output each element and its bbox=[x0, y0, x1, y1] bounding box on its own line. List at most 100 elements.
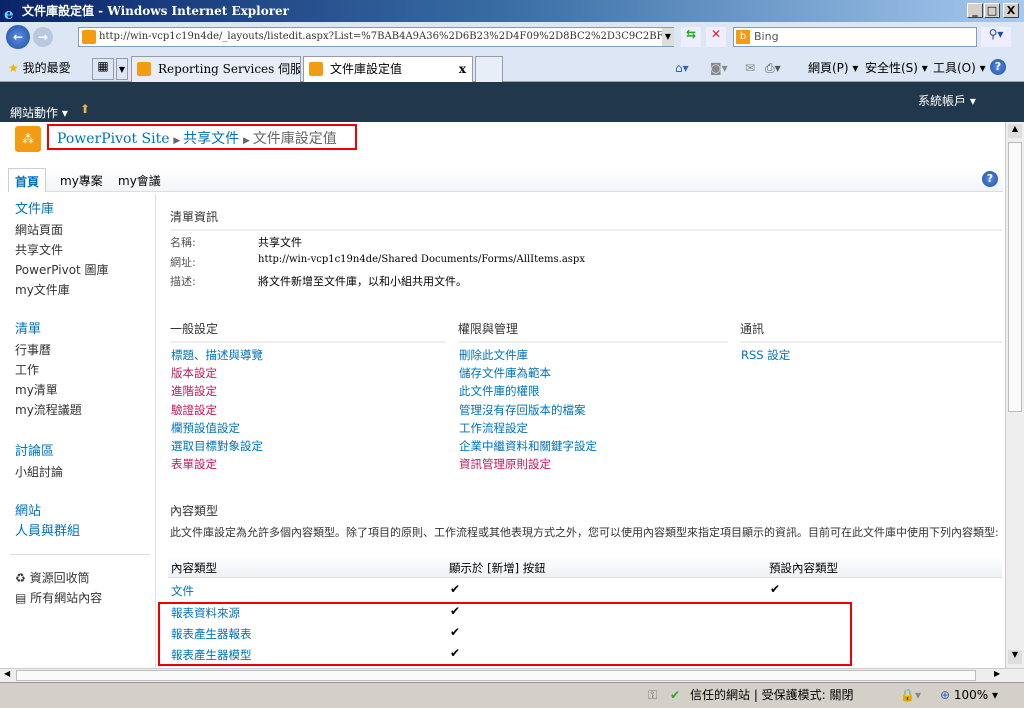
page-menu[interactable]: 網頁(P) ▾ bbox=[808, 60, 858, 76]
bing-icon: b bbox=[736, 30, 750, 44]
name-value: 共享文件 bbox=[258, 236, 302, 249]
forward-button[interactable]: → bbox=[33, 27, 53, 47]
topnav-my-meetings[interactable]: my會議 bbox=[118, 172, 161, 189]
favorites-button[interactable]: ★ 我的最愛 bbox=[8, 60, 71, 76]
search-button[interactable]: ⚲▾ bbox=[981, 27, 1011, 47]
site-logo-icon: ⁂ bbox=[15, 126, 41, 152]
table-row: 報表資料來源 ✔ bbox=[171, 604, 461, 620]
topnav-home[interactable]: 首頁 bbox=[8, 168, 47, 192]
back-button[interactable]: ← bbox=[6, 25, 30, 49]
nav-item[interactable]: 網站頁面 bbox=[15, 220, 109, 240]
validation-link[interactable]: 驗證設定 bbox=[171, 401, 263, 419]
popup-blocker-icon[interactable]: 🔒▾ bbox=[900, 683, 921, 707]
left-nav-group-sites: 網站 人員與群組 bbox=[15, 502, 80, 542]
advanced-settings-link[interactable]: 進階設定 bbox=[171, 382, 263, 400]
content-types-heading: 內容類型 bbox=[170, 504, 219, 518]
nav-item[interactable]: 共享文件 bbox=[15, 240, 109, 260]
nav-heading[interactable]: 討論區 bbox=[15, 442, 63, 462]
nav-item[interactable]: PowerPivot 圖庫 bbox=[15, 260, 109, 280]
new-tab-button[interactable] bbox=[475, 56, 503, 82]
hscroll-thumb[interactable] bbox=[16, 670, 976, 681]
metadata-keywords-link[interactable]: 企業中繼資料和關鍵字設定 bbox=[459, 437, 597, 455]
save-as-template-link[interactable]: 儲存文件庫為範本 bbox=[459, 364, 597, 382]
help-icon[interactable]: ? bbox=[990, 59, 1006, 75]
status-bar: ⚿ ✔ 信任的網站 | 受保護模式: 關閉 🔒▾ ⊕ 100% ▾ bbox=[0, 682, 1024, 708]
sharepoint-ribbon: 網站動作 ▾ ⬆ 系統帳戶 ▾ bbox=[0, 82, 1024, 122]
form-settings-link[interactable]: 表單設定 bbox=[171, 455, 263, 473]
nav-heading[interactable]: 清單 bbox=[15, 320, 82, 340]
table-row: 報表產生器模型 ✔ bbox=[171, 646, 461, 662]
page-content: ⁂ PowerPivot Site ▶ 共享文件 ▶ 文件庫設定值 首頁 my專… bbox=[0, 122, 1005, 668]
tab-library-settings[interactable]: 文件庫設定值 x bbox=[303, 56, 473, 82]
tab-list-dropdown-icon[interactable]: ▼ bbox=[116, 58, 128, 80]
close-window-button[interactable]: X bbox=[1003, 3, 1019, 18]
nav-item[interactable]: 工作 bbox=[15, 360, 82, 380]
refresh-icon[interactable]: ⇆ bbox=[681, 27, 701, 47]
user-menu[interactable]: 系統帳戶 ▾ bbox=[918, 92, 976, 109]
vertical-scrollbar[interactable]: ▲ ▼ bbox=[1005, 122, 1024, 668]
star-icon: ★ bbox=[8, 61, 19, 75]
scroll-left-icon: ◀ bbox=[4, 669, 11, 678]
site-favicon-icon bbox=[82, 30, 96, 44]
info-policy-link[interactable]: 資訊管理原則設定 bbox=[459, 455, 597, 473]
nav-heading[interactable]: 網站 bbox=[15, 502, 80, 522]
security-zone[interactable]: 信任的網站 | 受保護模式: 關閉 bbox=[690, 683, 854, 707]
print-icon[interactable]: ⎙▾ bbox=[765, 60, 781, 76]
nav-item[interactable]: 行事曆 bbox=[15, 340, 82, 360]
horizontal-scrollbar[interactable]: ◀ ▶ bbox=[0, 668, 1024, 682]
address-input[interactable]: http://win-vcp1c19n4de/_layouts/listedit… bbox=[78, 27, 674, 47]
column-defaults-link[interactable]: 欄預設值設定 bbox=[171, 419, 263, 437]
nav-item[interactable]: my流程議題 bbox=[15, 400, 82, 420]
scroll-thumb[interactable] bbox=[1008, 142, 1022, 412]
list-info-heading: 清單資訊 bbox=[170, 208, 1002, 231]
delete-library-link[interactable]: 刪除此文件庫 bbox=[459, 346, 597, 364]
breadcrumb-site[interactable]: PowerPivot Site bbox=[57, 131, 170, 147]
tab-reporting-services[interactable]: Reporting Services 伺服器預... bbox=[131, 56, 301, 82]
help-icon[interactable]: ? bbox=[982, 171, 998, 187]
title-bar: e 文件庫設定值 - Windows Internet Explorer bbox=[0, 0, 1024, 23]
title-description-link[interactable]: 標題、描述與導覽 bbox=[171, 346, 263, 364]
nav-heading[interactable]: 文件庫 bbox=[15, 200, 109, 220]
mail-icon[interactable]: ✉ bbox=[745, 60, 755, 76]
maximize-button[interactable]: □ bbox=[984, 3, 1000, 18]
quick-tabs-icon[interactable]: ▦ bbox=[92, 58, 114, 80]
workflow-settings-link[interactable]: 工作流程設定 bbox=[459, 419, 597, 437]
search-input[interactable]: b Bing bbox=[733, 27, 977, 47]
minimize-button[interactable]: _ bbox=[967, 3, 983, 18]
recycle-bin-link[interactable]: ♻ 資源回收筒 bbox=[15, 568, 90, 588]
left-nav-group-libraries: 文件庫 網站頁面 共享文件 PowerPivot 圖庫 my文件庫 bbox=[15, 200, 109, 300]
stop-icon[interactable]: ✕ bbox=[706, 27, 726, 47]
top-nav: 首頁 my專案 my會議 ? bbox=[8, 168, 1003, 192]
nav-item[interactable]: 人員與群組 bbox=[15, 522, 80, 542]
home-icon[interactable]: ⌂▾ bbox=[675, 60, 689, 76]
topnav-my-projects[interactable]: my專案 bbox=[60, 172, 103, 189]
rss-settings-link[interactable]: RSS 設定 bbox=[741, 346, 790, 364]
permissions-link[interactable]: 此文件庫的權限 bbox=[459, 382, 597, 400]
tools-menu[interactable]: 工具(O) ▾ bbox=[933, 60, 986, 76]
protected-mode-icon: ⚿ bbox=[648, 688, 658, 702]
scroll-right-icon: ▶ bbox=[994, 669, 1001, 678]
zoom-control[interactable]: ⊕ 100% ▾ bbox=[940, 683, 998, 707]
table-row: 報表產生器報表 ✔ bbox=[171, 625, 461, 641]
nav-item[interactable]: my文件庫 bbox=[15, 280, 109, 300]
breadcrumb-library[interactable]: 共享文件 bbox=[183, 131, 239, 147]
safety-menu[interactable]: 安全性(S) ▾ bbox=[865, 60, 928, 76]
name-label: 名稱: bbox=[170, 236, 196, 249]
general-settings-links: 標題、描述與導覽 版本設定 進階設定 驗證設定 欄預設值設定 選取目標對象設定 … bbox=[171, 346, 263, 473]
close-tab-icon[interactable]: x bbox=[459, 57, 466, 81]
navigate-up-icon[interactable]: ⬆ bbox=[80, 102, 90, 116]
url-label: 網址: bbox=[170, 256, 196, 269]
all-site-content-link[interactable]: ▤ 所有網站內容 bbox=[15, 588, 102, 608]
nav-item[interactable]: 小組討論 bbox=[15, 462, 63, 482]
audience-targeting-link[interactable]: 選取目標對象設定 bbox=[171, 437, 263, 455]
nav-item[interactable]: my清單 bbox=[15, 380, 82, 400]
site-actions-menu[interactable]: 網站動作 ▾ bbox=[10, 104, 68, 121]
address-dropdown-icon[interactable]: ▼ bbox=[662, 28, 674, 46]
permissions-links: 刪除此文件庫 儲存文件庫為範本 此文件庫的權限 管理沒有存回版本的檔案 工作流程… bbox=[459, 346, 597, 473]
versioning-link[interactable]: 版本設定 bbox=[171, 364, 263, 382]
content-types-header: 內容類型 顯示於 [新增] 按鈕 預設內容類型 bbox=[168, 556, 1002, 578]
window-title: 文件庫設定值 - Windows Internet Explorer bbox=[22, 4, 289, 18]
content-types-description: 此文件庫設定為允許多個內容類型。除了項目的原則、工作流程或其他表現方式之外，您可… bbox=[170, 526, 999, 539]
feeds-icon[interactable]: ◙▾ bbox=[710, 60, 728, 76]
checked-out-files-link[interactable]: 管理沒有存回版本的檔案 bbox=[459, 401, 597, 419]
